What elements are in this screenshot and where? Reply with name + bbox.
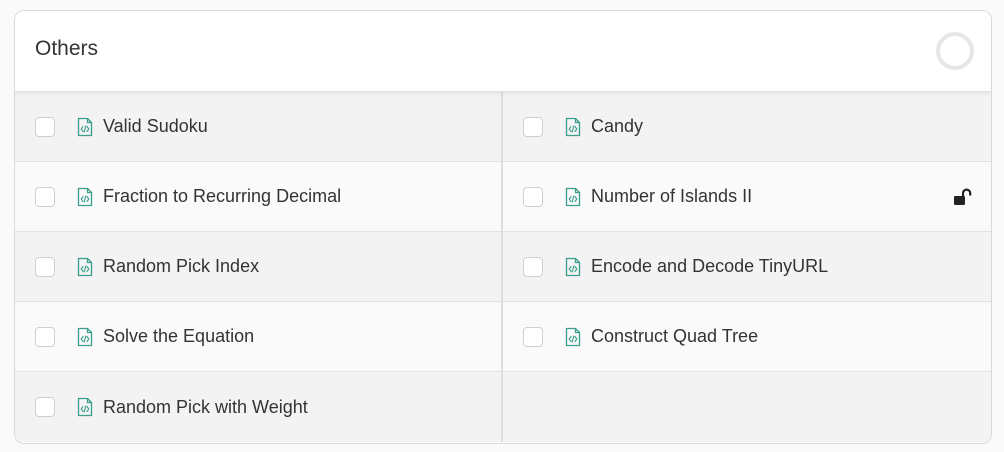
unlock-icon: [954, 188, 972, 205]
file-code-icon: [77, 117, 93, 136]
file-code-icon: [565, 327, 581, 346]
problem-label[interactable]: Random Pick with Weight: [103, 397, 308, 418]
file-code-icon: [565, 117, 581, 136]
problem-label[interactable]: Candy: [591, 116, 643, 137]
card-header: Others: [15, 11, 991, 92]
empty-cell: [503, 372, 991, 442]
problem-item[interactable]: Solve the Equation: [15, 302, 503, 372]
problem-label[interactable]: Number of Islands II: [591, 186, 752, 207]
problem-checkbox[interactable]: [35, 326, 55, 347]
section-title: Others: [35, 37, 99, 60]
problem-label[interactable]: Fraction to Recurring Decimal: [103, 186, 341, 207]
problem-checkbox[interactable]: [523, 116, 543, 137]
problem-item[interactable]: Random Pick with Weight: [15, 372, 503, 442]
problem-label[interactable]: Solve the Equation: [103, 326, 254, 347]
problem-label[interactable]: Valid Sudoku: [103, 116, 208, 137]
problem-item[interactable]: Random Pick Index: [15, 232, 503, 302]
problem-item[interactable]: Construct Quad Tree: [503, 302, 991, 372]
file-code-icon: [565, 257, 581, 276]
file-code-icon: [565, 187, 581, 206]
problem-checkbox[interactable]: [523, 326, 543, 347]
problem-checkbox[interactable]: [35, 256, 55, 277]
problem-item[interactable]: Candy: [503, 92, 991, 162]
problem-checkbox[interactable]: [523, 256, 543, 277]
problem-label[interactable]: Construct Quad Tree: [591, 326, 758, 347]
progress-ring-icon: [936, 32, 974, 70]
problem-checkbox[interactable]: [35, 186, 55, 207]
problem-label[interactable]: Encode and Decode TinyURL: [591, 256, 828, 277]
file-code-icon: [77, 257, 93, 276]
problem-item[interactable]: Valid Sudoku: [15, 92, 503, 162]
problem-item[interactable]: Number of Islands II: [503, 162, 991, 232]
problem-item[interactable]: Fraction to Recurring Decimal: [15, 162, 503, 232]
problem-item[interactable]: Encode and Decode TinyURL: [503, 232, 991, 302]
file-code-icon: [77, 187, 93, 206]
file-code-icon: [77, 397, 93, 417]
problem-checkbox[interactable]: [35, 116, 55, 137]
problem-label[interactable]: Random Pick Index: [103, 256, 259, 277]
file-code-icon: [77, 327, 93, 346]
problem-checkbox[interactable]: [523, 186, 543, 207]
others-card: Others Valid Sudoku Candy Fraction to Re…: [14, 10, 992, 444]
problem-checkbox[interactable]: [35, 397, 55, 417]
problem-grid: Valid Sudoku Candy Fraction to Recurring…: [15, 92, 991, 442]
